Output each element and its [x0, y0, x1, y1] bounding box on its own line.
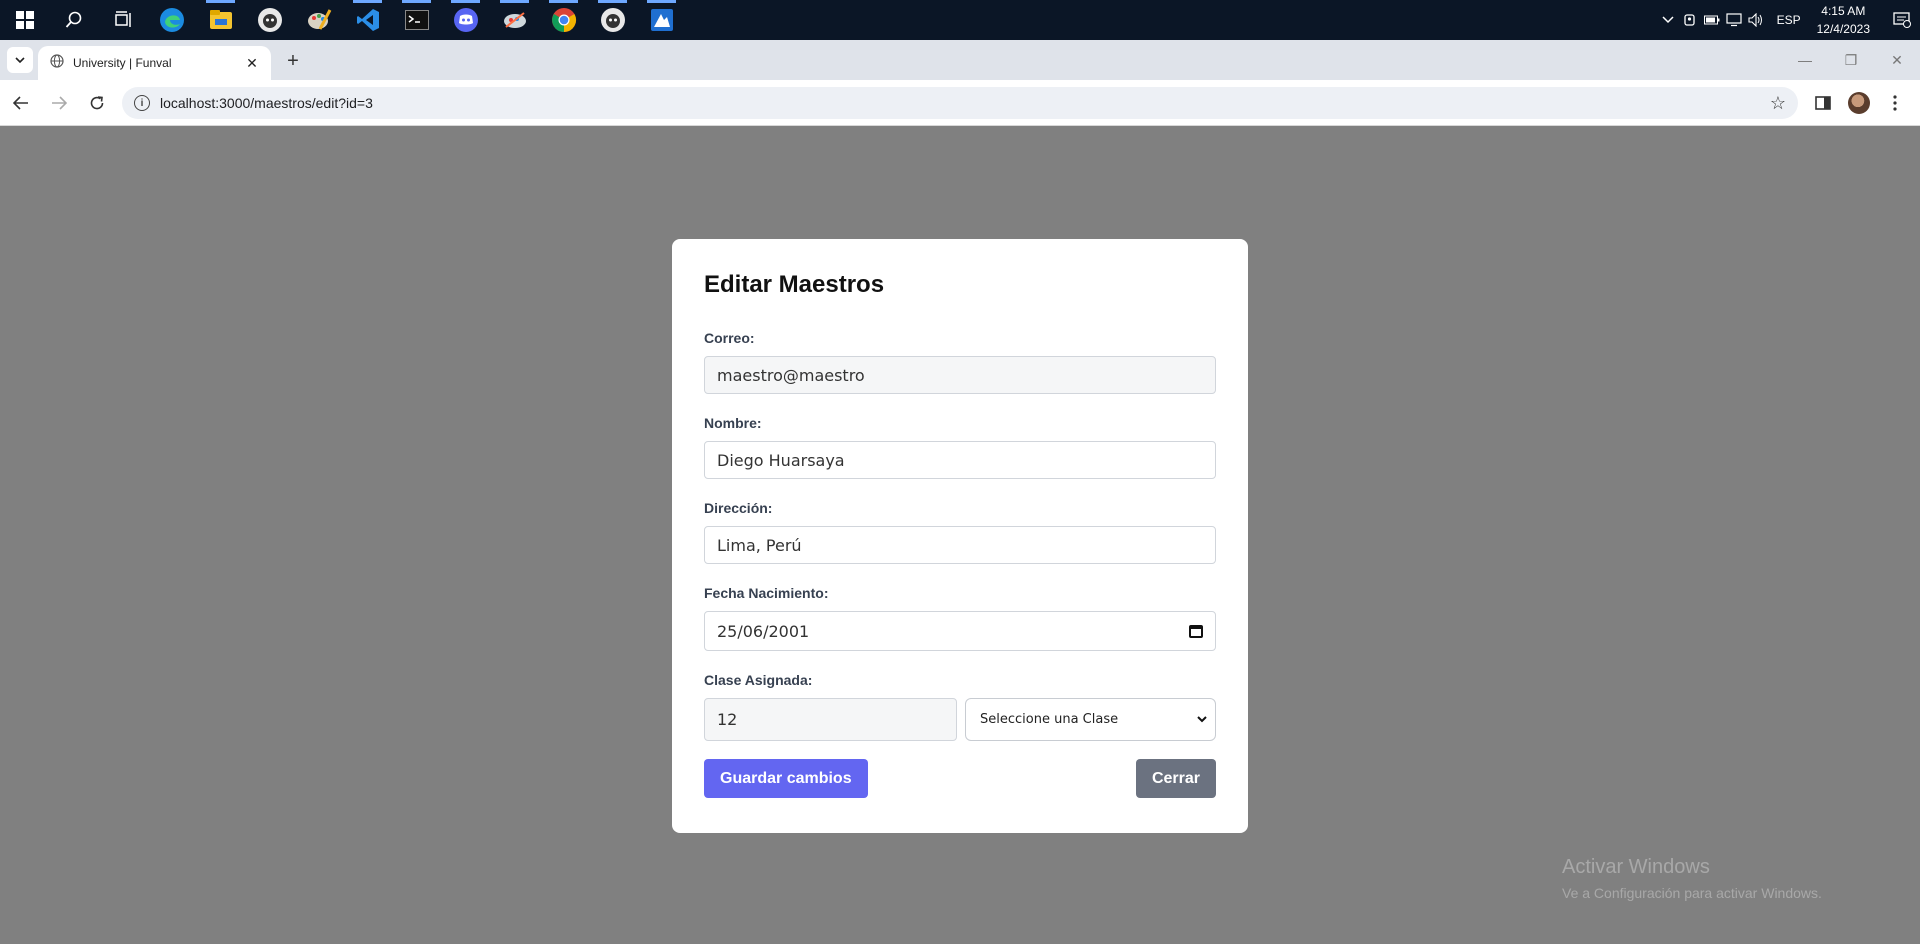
- taskbar-apps: [0, 0, 686, 40]
- language-indicator[interactable]: ESP: [1767, 13, 1811, 27]
- direccion-group: Dirección: Lima, Perú: [704, 500, 1216, 564]
- active-indicator: [353, 0, 382, 3]
- search-icon[interactable]: [49, 0, 98, 40]
- vscode-icon[interactable]: [343, 0, 392, 40]
- direccion-label: Dirección:: [704, 500, 773, 516]
- active-indicator: [647, 0, 676, 3]
- more-menu-icon[interactable]: [1880, 87, 1910, 119]
- taskbar-clock[interactable]: 4:15 AM 12/4/2023: [1811, 2, 1884, 38]
- save-changes-button[interactable]: Guardar cambios: [704, 759, 868, 798]
- clase-id-input[interactable]: 12: [704, 698, 957, 741]
- reload-button[interactable]: [80, 86, 114, 120]
- active-indicator: [402, 0, 431, 3]
- correo-value: maestro@maestro: [717, 365, 865, 385]
- watermark-subtitle: Ve a Configuración para activar Windows.: [1562, 885, 1822, 901]
- active-indicator: [598, 0, 627, 3]
- activate-windows-watermark: Activar Windows Ve a Configuración para …: [1562, 856, 1822, 901]
- clase-id-value: 12: [717, 710, 738, 729]
- task-view-icon[interactable]: [98, 0, 147, 40]
- clock-date: 12/4/2023: [1816, 22, 1870, 36]
- nombre-input[interactable]: Diego Huarsaya: [704, 441, 1216, 479]
- browser-tab-active[interactable]: University | Funval ✕: [38, 46, 271, 80]
- active-indicator: [500, 0, 529, 3]
- meet-now-icon[interactable]: [1679, 0, 1701, 40]
- minimize-button[interactable]: —: [1782, 40, 1828, 80]
- terminal-icon[interactable]: [392, 0, 441, 40]
- fecha-group: Fecha Nacimiento: 25/06/2001: [704, 585, 1216, 651]
- github-desktop-icon[interactable]: [245, 0, 294, 40]
- direccion-input[interactable]: Lima, Perú: [704, 526, 1216, 564]
- clock-time: 4:15 AM: [1821, 4, 1866, 18]
- github-desktop-icon-2[interactable]: [588, 0, 637, 40]
- clase-group: Clase Asignada: 12 Seleccione una Clase: [704, 672, 1216, 741]
- url-text[interactable]: localhost:3000/maestros/edit?id=3: [160, 95, 1770, 111]
- app-icon[interactable]: [490, 0, 539, 40]
- paint-icon[interactable]: [294, 0, 343, 40]
- clase-select[interactable]: Seleccione una Clase: [965, 698, 1216, 741]
- close-button[interactable]: Cerrar: [1135, 759, 1216, 798]
- discord-icon[interactable]: [441, 0, 490, 40]
- active-indicator: [549, 0, 578, 3]
- chevron-down-icon: [1197, 713, 1207, 726]
- system-tray: ESP 4:15 AM 12/4/2023: [1657, 0, 1920, 40]
- window-controls: — ❐ ✕: [1782, 40, 1920, 80]
- notifications-icon[interactable]: [1884, 0, 1920, 40]
- windows-taskbar: ESP 4:15 AM 12/4/2023: [0, 0, 1920, 40]
- correo-input[interactable]: maestro@maestro: [704, 356, 1216, 394]
- chevron-up-icon[interactable]: [1657, 0, 1679, 40]
- address-bar[interactable]: i localhost:3000/maestros/edit?id=3 ☆: [122, 87, 1798, 119]
- close-window-button[interactable]: ✕: [1874, 40, 1920, 80]
- browser-tab-bar: University | Funval ✕ +: [0, 40, 1920, 80]
- chrome-icon[interactable]: [539, 0, 588, 40]
- clase-select-value: Seleccione una Clase: [980, 712, 1119, 727]
- fecha-value: 25/06/2001: [717, 621, 810, 641]
- site-info-icon[interactable]: i: [134, 95, 150, 111]
- file-explorer-icon[interactable]: [196, 0, 245, 40]
- correo-group: Correo: maestro@maestro: [704, 330, 1216, 394]
- fecha-input[interactable]: 25/06/2001: [704, 611, 1216, 651]
- bookmark-star-icon[interactable]: ☆: [1770, 93, 1786, 114]
- new-tab-button[interactable]: +: [280, 48, 306, 74]
- network-icon[interactable]: [1723, 0, 1745, 40]
- calendar-icon[interactable]: [1189, 624, 1203, 638]
- edit-teacher-modal: Editar Maestros Correo: maestro@maestro …: [672, 239, 1248, 833]
- nombre-label: Nombre:: [704, 415, 762, 431]
- direccion-value: Lima, Perú: [717, 535, 802, 555]
- active-indicator: [206, 0, 235, 3]
- watermark-title: Activar Windows: [1562, 856, 1710, 878]
- restore-button[interactable]: ❐: [1828, 40, 1874, 80]
- browser-tools: [1808, 87, 1910, 119]
- correo-label: Correo:: [704, 330, 755, 346]
- modal-title: Editar Maestros: [704, 271, 885, 298]
- fecha-label: Fecha Nacimiento:: [704, 585, 829, 601]
- back-button[interactable]: [4, 86, 38, 120]
- volume-icon[interactable]: [1745, 0, 1767, 40]
- forward-button[interactable]: [42, 86, 76, 120]
- modal-actions: Guardar cambios Cerrar: [704, 759, 1216, 798]
- active-indicator: [451, 0, 480, 3]
- nombre-value: Diego Huarsaya: [717, 450, 845, 470]
- clase-row: 12 Seleccione una Clase: [704, 698, 1216, 741]
- battery-icon[interactable]: [1701, 0, 1723, 40]
- tab-title: University | Funval: [73, 56, 172, 70]
- close-tab-icon[interactable]: ✕: [243, 55, 261, 72]
- edge-icon[interactable]: [147, 0, 196, 40]
- nombre-group: Nombre: Diego Huarsaya: [704, 415, 1216, 479]
- side-panel-icon[interactable]: [1808, 87, 1838, 119]
- tab-search-button[interactable]: [7, 47, 33, 73]
- azure-data-studio-icon[interactable]: [637, 0, 686, 40]
- browser-toolbar: i localhost:3000/maestros/edit?id=3 ☆: [0, 80, 1920, 126]
- clase-label: Clase Asignada:: [704, 672, 813, 688]
- profile-avatar[interactable]: [1848, 92, 1870, 114]
- globe-icon: [50, 53, 64, 73]
- start-icon[interactable]: [0, 0, 49, 40]
